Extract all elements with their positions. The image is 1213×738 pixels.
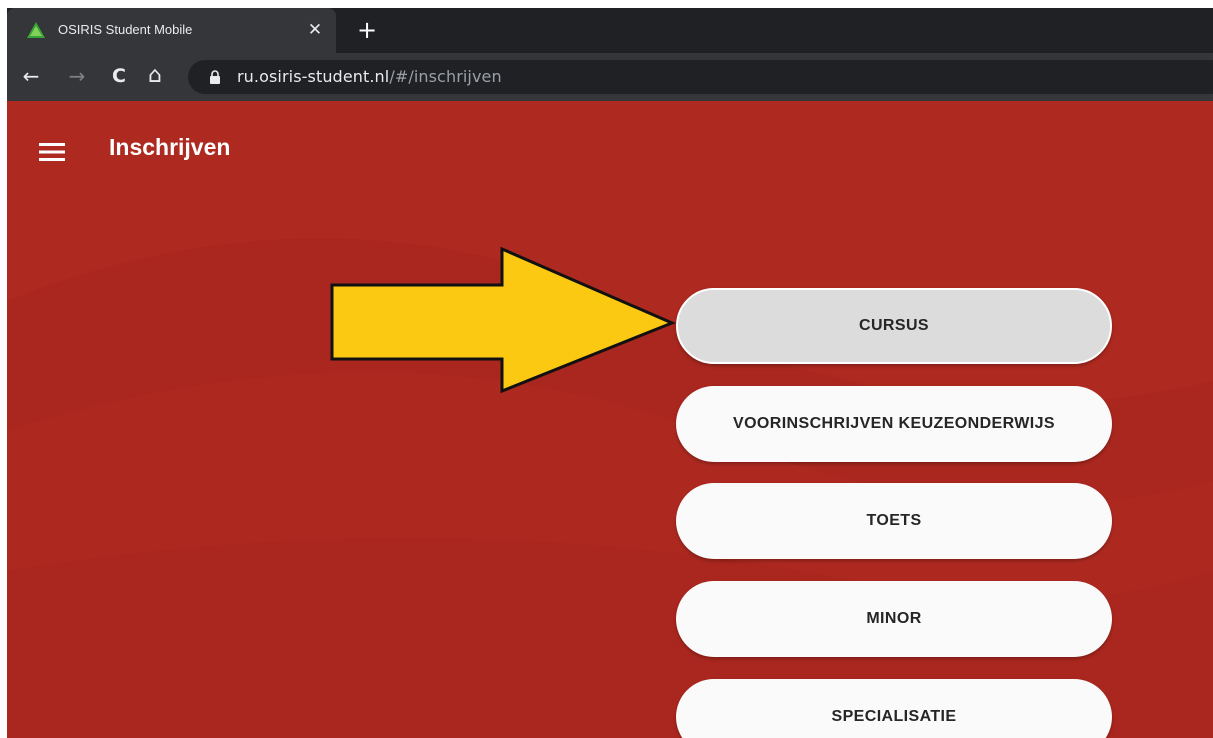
tab-strip: OSIRIS Student Mobile ✕ + (7, 8, 1213, 53)
back-icon[interactable]: ← (18, 63, 44, 89)
browser-tab[interactable]: OSIRIS Student Mobile ✕ (7, 8, 336, 53)
url-text: ru.osiris-student.nl/#/inschrijven (237, 67, 502, 86)
new-tab-icon[interactable]: + (354, 17, 380, 43)
lock-icon (210, 70, 220, 84)
close-icon[interactable]: ✕ (304, 19, 326, 41)
hamburger-menu-icon[interactable] (39, 141, 65, 163)
option-cursus-button[interactable]: CURSUS (676, 288, 1112, 364)
reload-icon[interactable]: C (106, 63, 132, 89)
browser-toolbar: ← → C ⌂ ru.osiris-student.nl/#/inschrijv… (7, 53, 1213, 101)
browser-window: OSIRIS Student Mobile ✕ + ← → C ⌂ ru.osi… (7, 8, 1213, 738)
option-minor-button[interactable]: MINOR (676, 581, 1112, 657)
tab-title: OSIRIS Student Mobile (58, 22, 193, 37)
green-tree-icon (27, 22, 45, 38)
app-page: Inschrijven CURSUS VOORINSCHRIJVEN KEUZE… (7, 101, 1213, 738)
forward-icon[interactable]: → (64, 63, 90, 89)
option-specialisatie-button[interactable]: SPECIALISATIE (676, 679, 1112, 738)
url-host: ru.osiris-student.nl (237, 67, 390, 86)
annotation-arrow (330, 247, 676, 394)
page-title: Inschrijven (109, 134, 231, 160)
option-toets-button[interactable]: TOETS (676, 483, 1112, 559)
address-bar[interactable]: ru.osiris-student.nl/#/inschrijven (188, 60, 1213, 94)
option-voorinschrijven-keuzeonderwijs-button[interactable]: VOORINSCHRIJVEN KEUZEONDERWIJS (676, 386, 1112, 462)
home-icon[interactable]: ⌂ (142, 63, 168, 89)
url-path: /#/inschrijven (389, 67, 502, 86)
